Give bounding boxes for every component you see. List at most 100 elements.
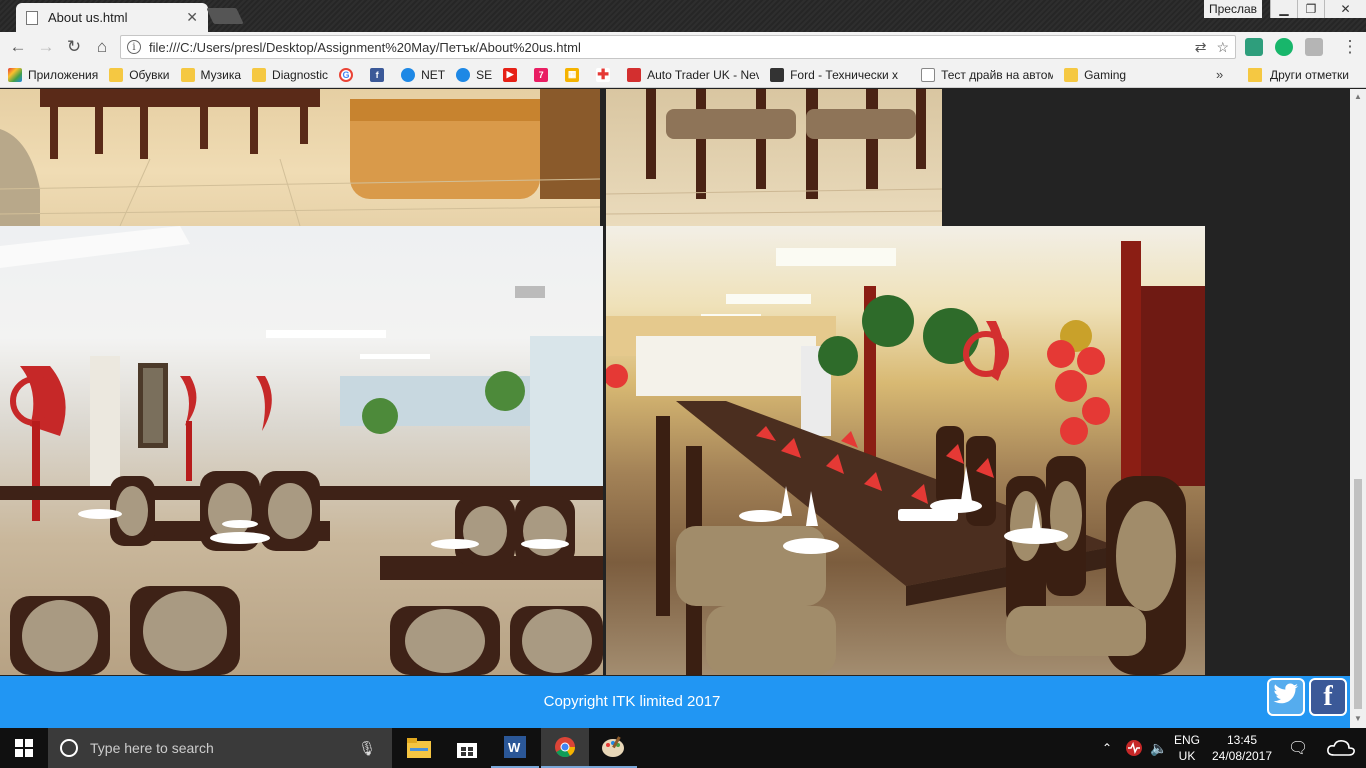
bookmark-test-drive[interactable]: Тест драйв на автом [921,67,1053,82]
pdf-icon[interactable] [1305,38,1323,56]
reload-button[interactable]: ↻ [60,33,88,61]
folder-icon [180,67,195,82]
bookmark-youtube[interactable]: ▶ [503,67,523,82]
tab-close-icon[interactable]: ✕ [186,9,198,26]
browser-toolbar: ← → ↻ ⌂ i file:///C:/Users/presl/Desktop… [0,32,1366,62]
copyright-text: Copyright ITK limited 2017 [543,693,721,710]
bookmark-autotrader[interactable]: Auto Trader UK - Nev [627,67,759,82]
other-bookmarks-folder[interactable]: Други отметки [1248,68,1349,82]
folder-icon [252,67,267,82]
restore-button[interactable]: ❐ [1297,0,1324,18]
volume-icon[interactable]: 🔈 [1150,728,1167,768]
red-cross-icon: ✚ [596,66,611,82]
autotrader-icon [627,67,642,82]
page-viewport: Copyright ITK limited 2017 f ▲ ▼ [0,89,1366,728]
document-icon [26,10,38,25]
bookmark-red-cross[interactable]: ✚ [596,66,616,82]
taskbar-word[interactable]: W [491,728,539,768]
taskbar-chrome[interactable] [541,728,589,768]
page-icon [921,67,936,82]
show-hidden-icons-button[interactable]: ⌃ [1102,728,1112,768]
grid-icon: ▦ [565,67,580,82]
tab-about-us[interactable]: About us.html ✕ [16,3,208,32]
google-icon: G [339,67,354,82]
bookmark-folder-gaming[interactable]: Gaming [1064,67,1126,82]
folder-icon [109,67,124,82]
chrome-icon [555,737,576,758]
restaurant-photo-banquet-table [606,226,1205,675]
bookmark-google[interactable]: G [339,67,359,82]
globe-icon [401,67,416,82]
windows-logo-icon [15,739,33,757]
address-url[interactable]: file:///C:/Users/presl/Desktop/Assignmen… [149,40,1185,55]
paint-icon [602,736,624,757]
taskbar-search-box[interactable]: Type here to search 🎙 [48,728,392,768]
cortana-icon [60,739,78,757]
profile-button[interactable]: Преслав [1204,0,1262,18]
back-button[interactable]: ← [4,33,32,61]
info-icon[interactable]: i [127,40,141,54]
input-language-indicator[interactable]: ENG UK [1172,732,1202,764]
bookmark-folder-music[interactable]: Музика [180,67,241,82]
svg-text:W: W [508,740,521,755]
bookmark-facebook[interactable]: f [370,67,390,82]
bookmark-grid[interactable]: ▦ [565,67,585,82]
apps-grid-icon [8,67,22,82]
ford-icon [770,67,785,82]
scroll-down-icon[interactable]: ▼ [1354,714,1362,723]
bookmarks-bar: Приложения Обувки Музика Diagnostic G f … [0,62,1366,88]
grammarly-icon[interactable] [1275,38,1293,56]
bookmark-star-icon[interactable]: ☆ [1216,39,1229,56]
facebook-icon: f [1323,681,1333,712]
tab-title: About us.html [48,10,128,25]
bookmark-folder-shoes[interactable]: Обувки [109,67,170,82]
browser-titlebar: About us.html ✕ Преслав ▁ ❐ ✕ [0,0,1366,32]
bookmark-ford[interactable]: Ford - Технически х [770,67,910,82]
forward-button[interactable]: → [32,33,60,61]
restaurant-photo-reception [0,89,600,226]
restaurant-photo-dining-hall [0,226,603,675]
bookmark-folder-diagnostic[interactable]: Diagnostic [252,67,328,82]
seven-icon: 7 [534,67,549,82]
taskbar-store[interactable] [443,728,491,768]
bookmarks-more-button[interactable]: » [1216,67,1223,82]
twitter-link[interactable] [1267,678,1305,716]
twitter-icon [1273,683,1299,711]
taskbar-file-explorer[interactable] [395,728,443,768]
close-window-button[interactable]: ✕ [1324,0,1366,18]
bookmark-se[interactable]: SE [456,67,492,82]
facebook-link[interactable]: f [1309,678,1347,716]
address-bar[interactable]: i file:///C:/Users/presl/Desktop/Assignm… [120,35,1236,59]
action-center-icon[interactable]: 🗨 [1288,728,1308,768]
word-icon: W [504,736,526,758]
clock-time: 13:45 [1226,733,1258,747]
taskbar-paint[interactable] [589,728,637,768]
file-explorer-icon [407,738,431,758]
globe-icon [456,67,471,82]
page-scrollbar[interactable]: ▲ ▼ [1350,89,1366,728]
extension-icon[interactable] [1245,38,1263,56]
onedrive-icon[interactable] [1326,728,1356,768]
new-tab-button[interactable] [206,8,244,24]
menu-icon[interactable]: ⋮ [1336,33,1364,61]
bookmark-seven[interactable]: 7 [534,67,554,82]
scrollbar-thumb[interactable] [1354,479,1362,709]
microphone-icon[interactable]: 🎙 [358,740,376,757]
scroll-up-icon[interactable]: ▲ [1354,92,1362,101]
minimize-button[interactable]: ▁ [1270,0,1297,18]
folder-icon [1064,67,1079,82]
home-button[interactable]: ⌂ [88,33,116,61]
youtube-icon: ▶ [503,67,518,82]
bookmark-apps[interactable]: Приложения [8,67,98,82]
search-placeholder: Type here to search [90,740,214,756]
restaurant-photo-chairs [606,89,942,226]
store-icon [457,743,477,758]
translate-icon[interactable]: ⇄ [1195,39,1207,56]
clock-date: 24/08/2017 [1211,749,1273,763]
taskbar-clock[interactable]: 13:45 24/08/2017 [1206,732,1278,764]
antivirus-tray-icon[interactable] [1125,728,1143,768]
site-footer: Copyright ITK limited 2017 f [0,676,1350,728]
facebook-icon: f [370,67,385,82]
start-button[interactable] [0,728,48,768]
bookmark-net[interactable]: NET [401,67,445,82]
